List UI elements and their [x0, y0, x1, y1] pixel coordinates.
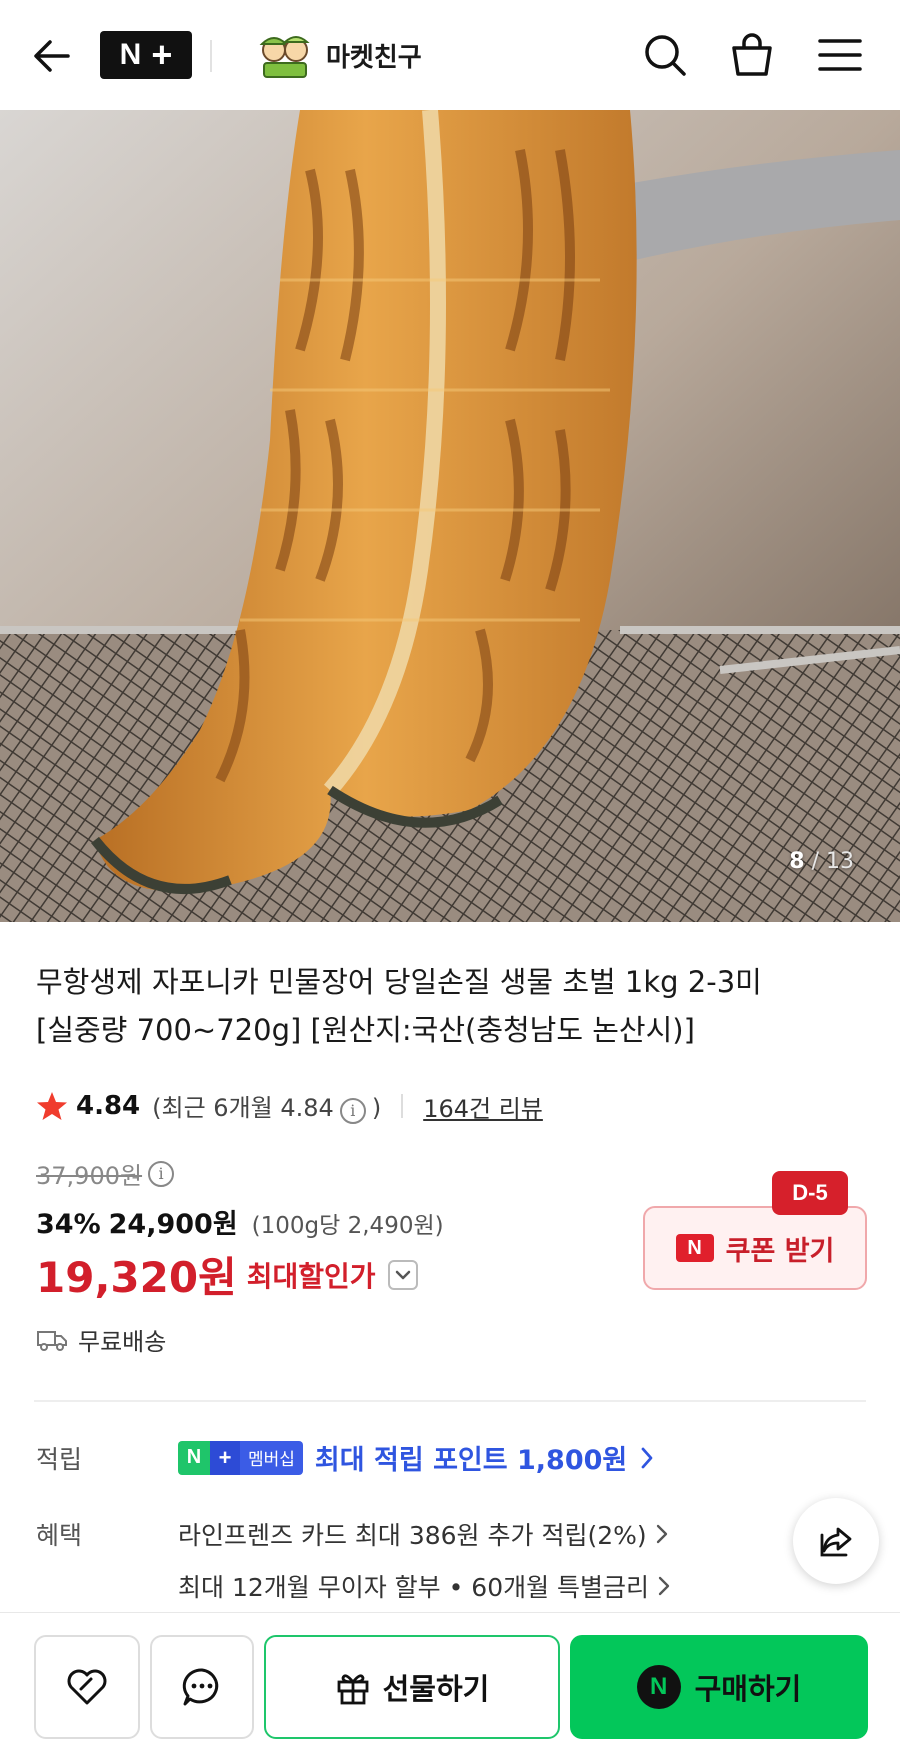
store-link[interactable]: 마켓친구	[254, 30, 422, 80]
price-info-icon[interactable]: i	[148, 1160, 175, 1187]
rating-row: 4.84 (최근 6개월 4.84 i) 164건 리뷰	[36, 1088, 543, 1124]
store-name: 마켓친구	[326, 42, 422, 73]
share-button[interactable]	[793, 1498, 879, 1584]
buy-label: 구매하기	[694, 1672, 802, 1706]
store-logo-icon	[259, 36, 310, 78]
shipping-text: 무료배송	[78, 1328, 167, 1356]
rating-recent: (최근 6개월 4.84 i)	[152, 1088, 381, 1124]
search-icon	[645, 35, 686, 76]
sale-price: 24,900원	[108, 1209, 238, 1240]
chat-icon	[182, 1668, 219, 1706]
menu-icon	[818, 39, 862, 71]
rating-divider	[401, 1094, 404, 1118]
share-icon	[820, 1527, 852, 1557]
coupon-button[interactable]: N 쿠폰 받기	[643, 1206, 867, 1290]
image-counter: 8 / 13	[789, 849, 854, 874]
buy-button[interactable]: N 구매하기	[570, 1635, 868, 1739]
heart-icon	[67, 1669, 107, 1705]
sale-price-row: 34% 24,900원 (100g당 2,490원)	[36, 1202, 444, 1241]
product-title-line2: [실중량 700~720g] [원산지:국산(충청남도 논산시)]	[36, 1013, 695, 1047]
benefit-card-line[interactable]: 라인프렌즈 카드 최대 386원 추가 적립(2%)	[178, 1516, 669, 1552]
product-photo	[0, 110, 900, 922]
nplus-n: N	[119, 38, 142, 71]
image-counter-current: 8	[789, 849, 805, 874]
gift-label: 선물하기	[382, 1672, 490, 1706]
nplus-store-badge[interactable]: N +	[100, 31, 192, 79]
product-title: 무항생제 자포니카 민물장어 당일손질 생물 초벌 1kg 2-3미 [실중량 …	[36, 958, 876, 1054]
rating-recent-close: )	[371, 1094, 382, 1123]
max-discount-label: 최대할인가	[246, 1259, 376, 1293]
top-header: N + 마켓친구	[0, 0, 900, 110]
header-divider	[210, 40, 212, 72]
membership-badge: N + 멤버십	[178, 1440, 303, 1475]
chevron-right-icon	[641, 1447, 653, 1468]
bottom-action-bar: 선물하기 N 구매하기	[0, 1612, 900, 1759]
points-row[interactable]: N + 멤버십 최대 적립 포인트 1,800원	[178, 1438, 655, 1477]
max-discount-toggle[interactable]	[387, 1259, 418, 1290]
search-button[interactable]	[640, 30, 690, 80]
chevron-down-icon	[395, 1270, 410, 1279]
nplus-plus: +	[151, 34, 173, 75]
info-icon[interactable]: i	[339, 1097, 366, 1124]
original-price: 37,900원	[36, 1162, 143, 1190]
original-price-row: 37,900원 i	[36, 1156, 180, 1191]
membership-badge-n: N	[178, 1440, 210, 1475]
benefit-installment-text: 최대 12개월 무이자 할부 • 60개월 특별금리	[178, 1573, 650, 1602]
like-button[interactable]	[34, 1635, 140, 1739]
discount-percent: 34%	[36, 1209, 101, 1240]
truck-icon	[37, 1330, 67, 1351]
unit-price: (100g당 2,490원)	[251, 1213, 444, 1239]
max-discount-price: 19,320원	[36, 1253, 237, 1302]
gift-icon	[337, 1674, 369, 1705]
cart-button[interactable]	[727, 30, 777, 80]
membership-badge-text: 멤버십	[240, 1440, 303, 1475]
max-discount-row: 19,320원 최대할인가	[36, 1244, 418, 1305]
image-counter-total: / 13	[804, 849, 854, 874]
points-text: 최대 적립 포인트 1,800원	[314, 1445, 628, 1476]
coupon-n-icon: N	[675, 1234, 714, 1262]
section-divider	[34, 1400, 866, 1402]
rating-recent-text: (최근 6개월 4.84	[152, 1094, 334, 1123]
benefit-card-text: 라인프렌즈 카드 최대 386원 추가 적립(2%)	[178, 1521, 647, 1550]
shopping-bag-icon	[732, 33, 772, 76]
gift-button[interactable]: 선물하기	[264, 1635, 560, 1739]
product-title-line1: 무항생제 자포니카 민물장어 당일손질 생물 초벌 1kg 2-3미	[36, 965, 762, 999]
back-button[interactable]	[30, 34, 74, 78]
benefit-installment-line[interactable]: 최대 12개월 무이자 할부 • 60개월 특별금리	[178, 1568, 671, 1604]
benefit-label: 혜택	[36, 1521, 83, 1550]
talk-button[interactable]	[150, 1635, 254, 1739]
shipping-row: 무료배송	[36, 1322, 166, 1357]
buy-n-icon: N	[636, 1665, 681, 1709]
membership-badge-plus: +	[210, 1440, 240, 1475]
menu-button[interactable]	[815, 30, 865, 80]
product-image-carousel[interactable]: 8 / 13	[0, 110, 900, 922]
points-label: 적립	[36, 1445, 83, 1474]
review-count-link[interactable]: 164건 리뷰	[423, 1089, 543, 1124]
coupon-dday-badge: D-5	[772, 1171, 848, 1215]
back-arrow-icon	[34, 40, 70, 72]
chevron-right-icon	[656, 1524, 667, 1544]
star-icon	[37, 1092, 67, 1120]
chevron-right-icon	[658, 1576, 670, 1596]
coupon-label: 쿠폰 받기	[725, 1235, 835, 1267]
rating-value: 4.84	[76, 1091, 141, 1121]
